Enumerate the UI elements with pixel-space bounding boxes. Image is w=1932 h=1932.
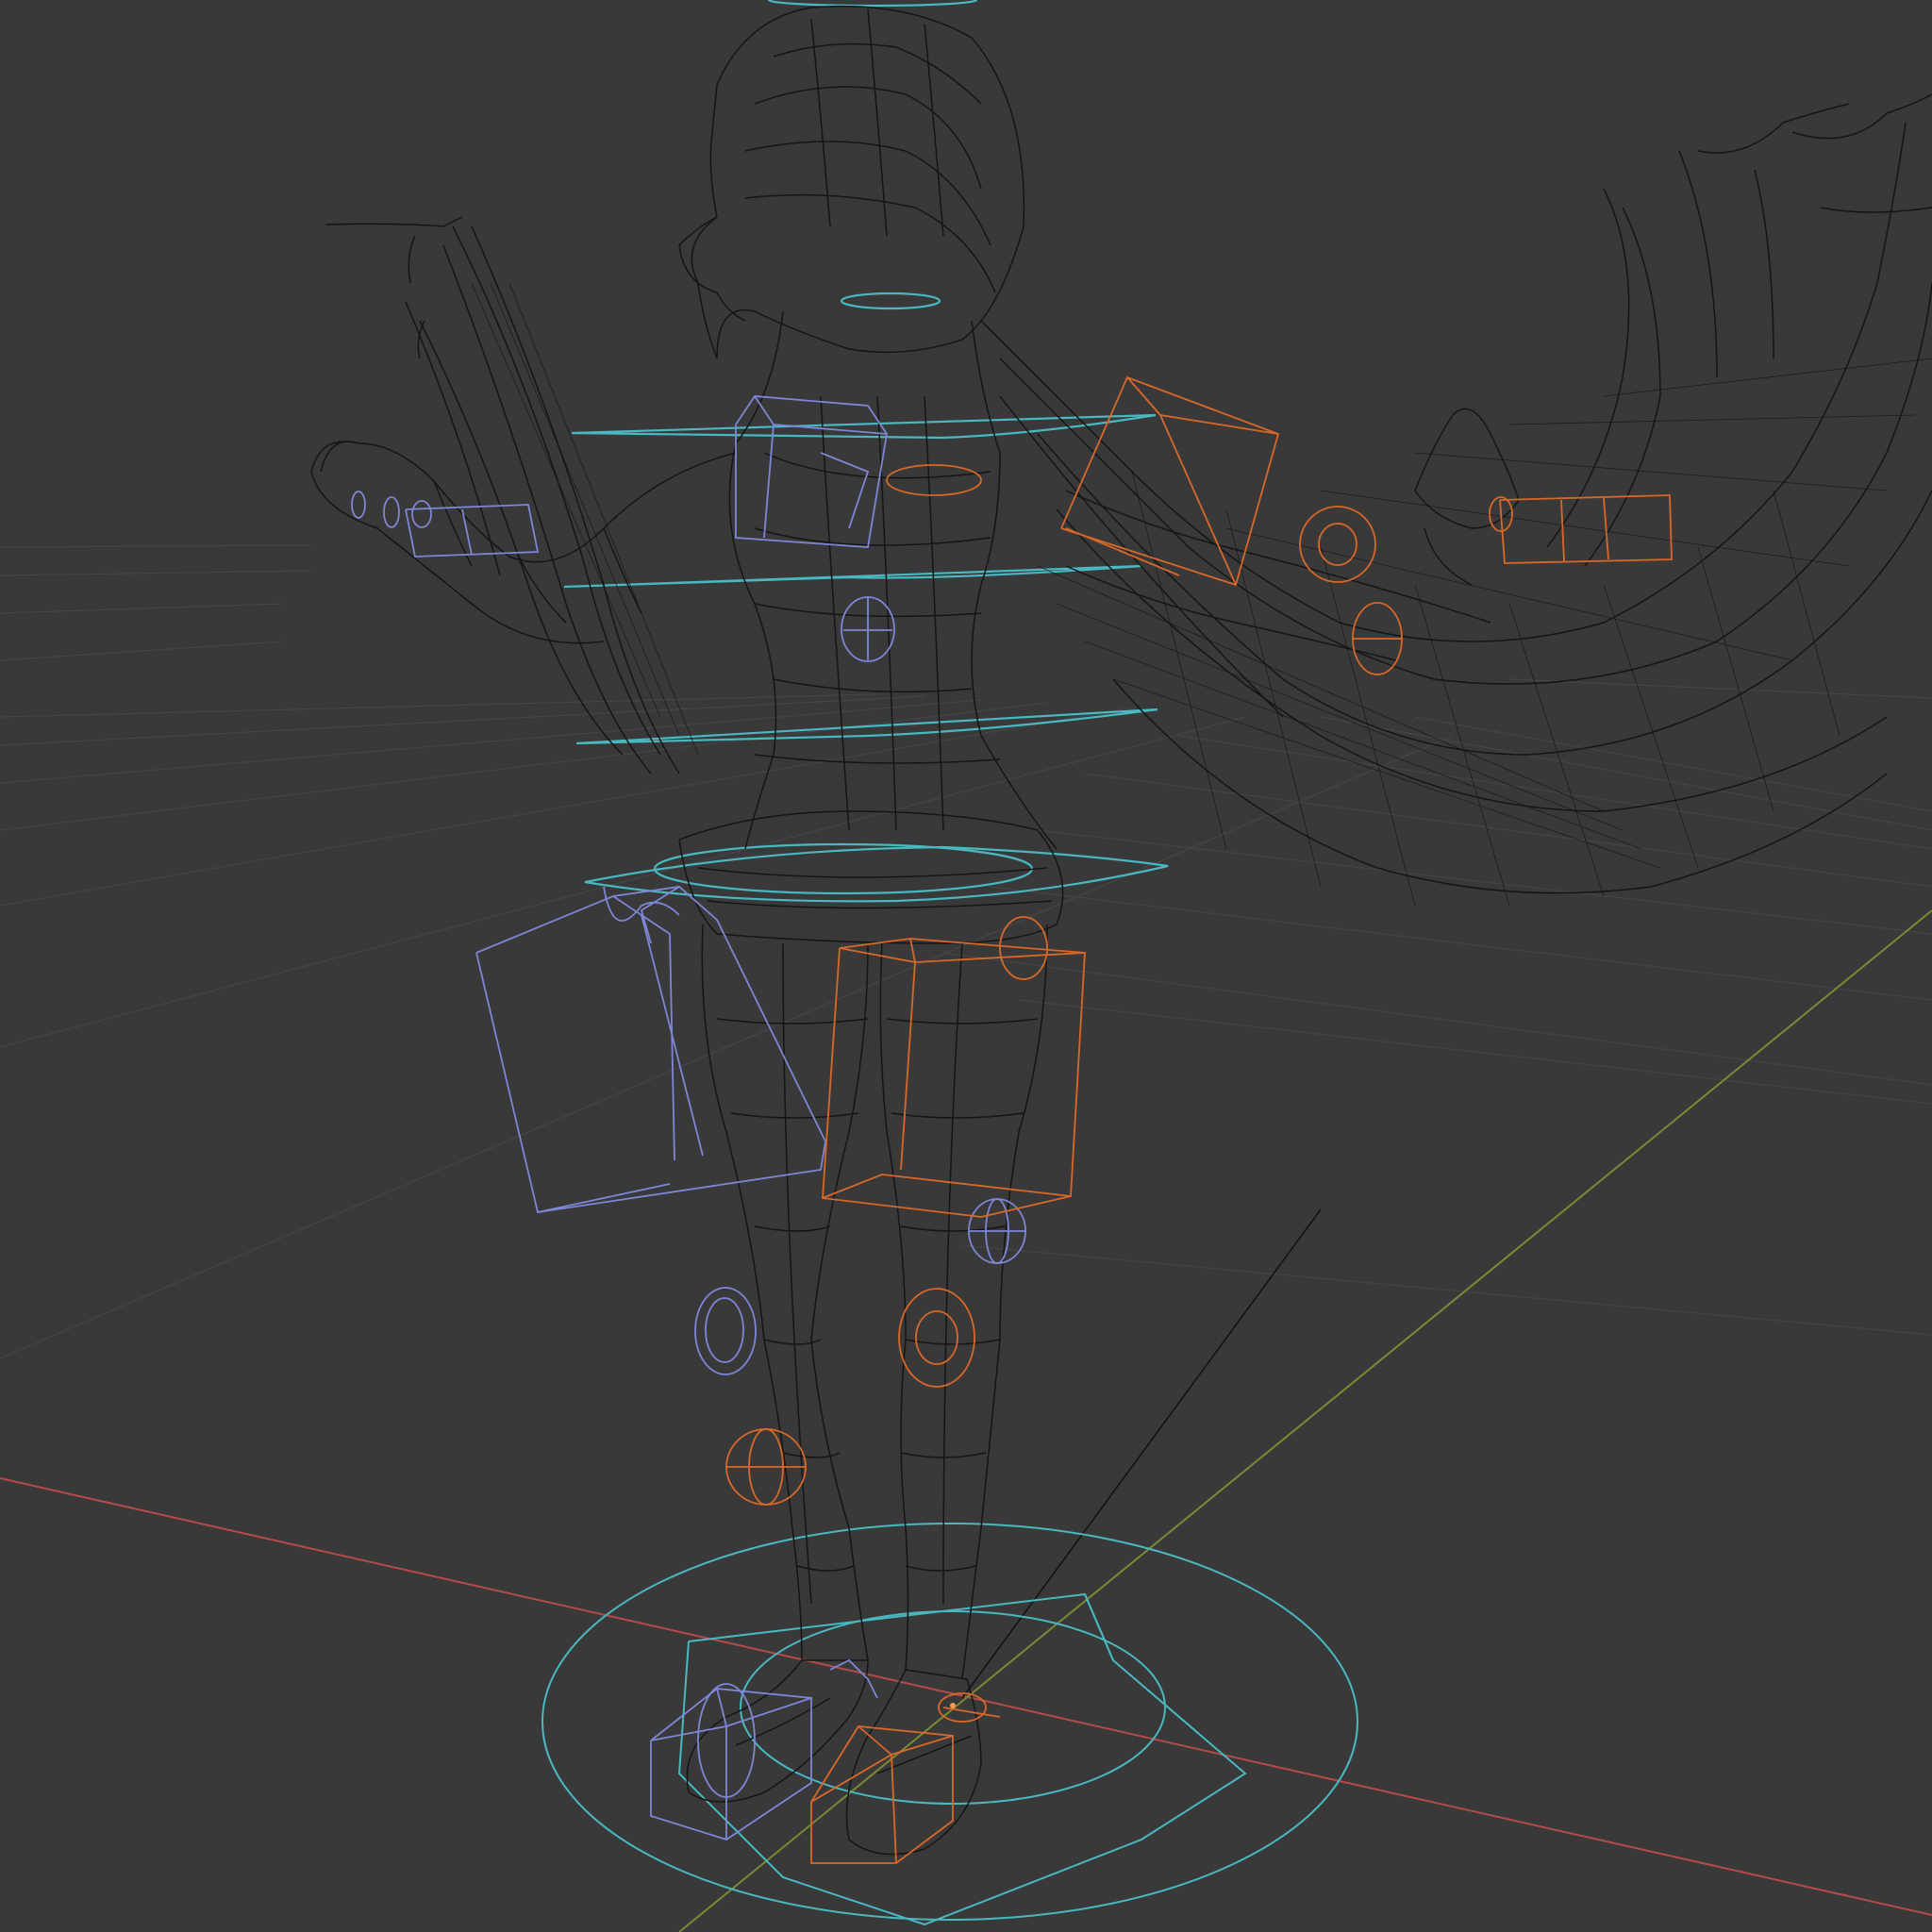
right-foot-control: [810, 1692, 1001, 1864]
head-control: [840, 291, 941, 310]
x-axis-line: [0, 1477, 1932, 1916]
3d-viewport[interactable]: [0, 0, 1932, 1932]
right-hand-control: [1489, 494, 1673, 564]
chest-control: [563, 564, 1142, 589]
left-side-controls[interactable]: [351, 395, 1026, 1840]
right-elbow-control: [1299, 506, 1376, 583]
root-control[interactable]: [541, 1523, 1358, 1926]
right-collar-control: [886, 464, 982, 496]
right-chest-control: [1352, 602, 1403, 675]
right-knee-control: [898, 1288, 975, 1388]
character-mesh[interactable]: [310, 5, 1932, 1856]
right-shoulder-control: [1060, 375, 1280, 587]
torso-controls[interactable]: [563, 0, 1169, 903]
y-axis-line: [678, 909, 1932, 1932]
left-knee-control: [694, 1287, 757, 1375]
origin-point: [950, 1703, 956, 1708]
left-thigh-control: [475, 886, 826, 1214]
viewport-canvas[interactable]: [0, 0, 1932, 1932]
left-hand-control: [351, 491, 540, 558]
left-shoulder-control: [735, 395, 888, 548]
left-chest-control: [841, 596, 895, 662]
right-shin-control: [725, 1428, 807, 1506]
mesh-density: [471, 282, 1932, 907]
right-thigh-control: [822, 916, 1086, 1218]
